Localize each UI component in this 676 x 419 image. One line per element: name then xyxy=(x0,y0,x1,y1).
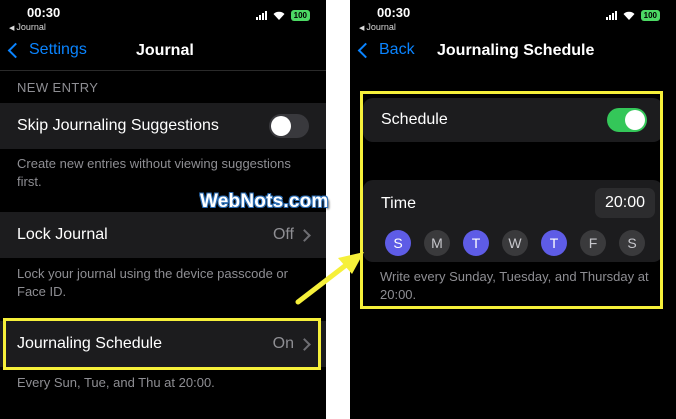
settings-back-button[interactable]: Settings xyxy=(7,41,87,59)
back-label: Back xyxy=(379,41,415,58)
skip-suggestions-toggle[interactable] xyxy=(269,114,309,138)
toggle-knob xyxy=(271,116,291,136)
battery-icon: 100 xyxy=(640,10,660,21)
status-icons: 100 xyxy=(255,10,310,21)
skip-suggestions-row: Skip Journaling Suggestions xyxy=(0,103,326,149)
back-to-app[interactable]: ◀ Journal xyxy=(359,22,396,32)
wifi-icon xyxy=(273,11,285,20)
page-title: Journaling Schedule xyxy=(437,42,595,59)
arrow-icon xyxy=(295,252,364,305)
schedule-footer: Every Sun, Tue, and Thu at 20:00. xyxy=(17,375,215,390)
status-time: 00:30 xyxy=(27,5,61,20)
battery-icon: 100 xyxy=(290,10,310,21)
row-label: Skip Journaling Suggestions xyxy=(17,117,219,134)
skip-footer: Create new entries without viewing sugge… xyxy=(17,156,291,189)
chevron-left-icon xyxy=(357,42,374,59)
nav-divider xyxy=(0,70,326,71)
signal-icon xyxy=(605,11,617,20)
schedule-row-highlight xyxy=(3,318,321,370)
journaling-schedule-screen: 00:30 ◀ Journal 100 Back Journaling Sched… xyxy=(350,0,676,419)
lock-footer: Lock your journal using the device passc… xyxy=(17,266,288,299)
watermark: WebNots.com xyxy=(200,191,329,212)
lock-journal-row[interactable]: Lock Journal Off xyxy=(0,212,326,258)
page-title: Journal xyxy=(136,42,194,59)
signal-icon xyxy=(255,11,267,20)
status-icons: 100 xyxy=(605,10,660,21)
back-app-label: Journal xyxy=(366,22,396,32)
back-button[interactable]: Back xyxy=(357,41,415,59)
section-header: NEW ENTRY xyxy=(17,80,99,95)
back-triangle-icon: ◀ xyxy=(9,25,15,32)
row-label: Lock Journal xyxy=(17,226,108,243)
wifi-icon xyxy=(623,11,635,20)
back-triangle-icon: ◀ xyxy=(359,25,365,32)
schedule-settings-highlight xyxy=(360,91,663,309)
back-label: Settings xyxy=(29,41,87,58)
back-to-app[interactable]: ◀ Journal xyxy=(9,22,46,32)
back-app-label: Journal xyxy=(16,22,46,32)
chevron-left-icon xyxy=(7,42,24,59)
status-time: 00:30 xyxy=(377,5,411,20)
